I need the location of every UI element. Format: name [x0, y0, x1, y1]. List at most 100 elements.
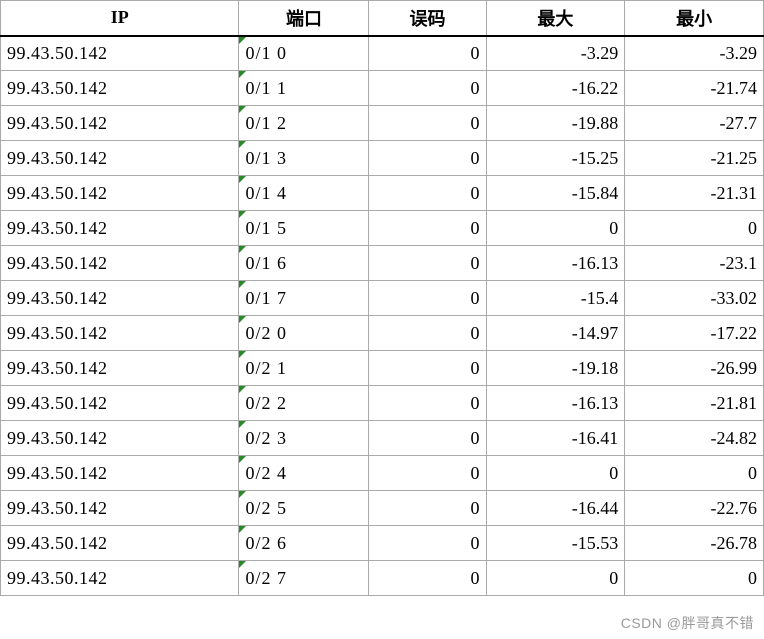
- cell-min[interactable]: 0: [625, 561, 764, 596]
- cell-ip[interactable]: 99.43.50.142: [1, 561, 239, 596]
- cell-err[interactable]: 0: [369, 456, 486, 491]
- cell-min[interactable]: -3.29: [625, 36, 764, 71]
- table-row[interactable]: 99.43.50.1420/1 20-19.88-27.7: [1, 106, 764, 141]
- cell-max[interactable]: -16.13: [486, 246, 625, 281]
- cell-port[interactable]: 0/1 0: [239, 36, 369, 71]
- cell-min[interactable]: -26.99: [625, 351, 764, 386]
- cell-port[interactable]: 0/2 0: [239, 316, 369, 351]
- table-row[interactable]: 99.43.50.1420/2 7000: [1, 561, 764, 596]
- cell-ip[interactable]: 99.43.50.142: [1, 246, 239, 281]
- table-row[interactable]: 99.43.50.1420/2 10-19.18-26.99: [1, 351, 764, 386]
- table-row[interactable]: 99.43.50.1420/1 10-16.22-21.74: [1, 71, 764, 106]
- cell-min[interactable]: -23.1: [625, 246, 764, 281]
- cell-min[interactable]: 0: [625, 456, 764, 491]
- cell-ip[interactable]: 99.43.50.142: [1, 526, 239, 561]
- cell-err[interactable]: 0: [369, 386, 486, 421]
- header-port[interactable]: 端口: [239, 1, 369, 36]
- cell-max[interactable]: -19.18: [486, 351, 625, 386]
- table-row[interactable]: 99.43.50.1420/2 60-15.53-26.78: [1, 526, 764, 561]
- cell-ip[interactable]: 99.43.50.142: [1, 281, 239, 316]
- cell-port[interactable]: 0/2 1: [239, 351, 369, 386]
- cell-min[interactable]: 0: [625, 211, 764, 246]
- cell-ip[interactable]: 99.43.50.142: [1, 316, 239, 351]
- cell-err[interactable]: 0: [369, 491, 486, 526]
- cell-err[interactable]: 0: [369, 351, 486, 386]
- cell-port[interactable]: 0/2 4: [239, 456, 369, 491]
- table-row[interactable]: 99.43.50.1420/1 00-3.29-3.29: [1, 36, 764, 71]
- cell-port[interactable]: 0/1 7: [239, 281, 369, 316]
- cell-err[interactable]: 0: [369, 211, 486, 246]
- cell-port[interactable]: 0/2 2: [239, 386, 369, 421]
- cell-max[interactable]: -15.84: [486, 176, 625, 211]
- cell-min[interactable]: -21.81: [625, 386, 764, 421]
- cell-max[interactable]: -16.13: [486, 386, 625, 421]
- cell-port[interactable]: 0/2 7: [239, 561, 369, 596]
- cell-max[interactable]: 0: [486, 211, 625, 246]
- table-row[interactable]: 99.43.50.1420/1 60-16.13-23.1: [1, 246, 764, 281]
- cell-port[interactable]: 0/2 3: [239, 421, 369, 456]
- cell-ip[interactable]: 99.43.50.142: [1, 456, 239, 491]
- cell-ip[interactable]: 99.43.50.142: [1, 106, 239, 141]
- table-row[interactable]: 99.43.50.1420/1 30-15.25-21.25: [1, 141, 764, 176]
- cell-port[interactable]: 0/1 4: [239, 176, 369, 211]
- cell-max[interactable]: 0: [486, 456, 625, 491]
- header-ip[interactable]: IP: [1, 1, 239, 36]
- cell-min[interactable]: -17.22: [625, 316, 764, 351]
- cell-port[interactable]: 0/1 5: [239, 211, 369, 246]
- cell-err[interactable]: 0: [369, 71, 486, 106]
- cell-err[interactable]: 0: [369, 176, 486, 211]
- cell-ip[interactable]: 99.43.50.142: [1, 211, 239, 246]
- cell-min[interactable]: -33.02: [625, 281, 764, 316]
- cell-err[interactable]: 0: [369, 246, 486, 281]
- cell-err[interactable]: 0: [369, 561, 486, 596]
- cell-max[interactable]: -16.44: [486, 491, 625, 526]
- cell-ip[interactable]: 99.43.50.142: [1, 386, 239, 421]
- header-min[interactable]: 最小: [625, 1, 764, 36]
- cell-min[interactable]: -21.25: [625, 141, 764, 176]
- cell-min[interactable]: -22.76: [625, 491, 764, 526]
- cell-min[interactable]: -24.82: [625, 421, 764, 456]
- cell-max[interactable]: -3.29: [486, 36, 625, 71]
- cell-port[interactable]: 0/1 1: [239, 71, 369, 106]
- cell-ip[interactable]: 99.43.50.142: [1, 141, 239, 176]
- header-err[interactable]: 误码: [369, 1, 486, 36]
- cell-port[interactable]: 0/2 5: [239, 491, 369, 526]
- cell-max[interactable]: -16.22: [486, 71, 625, 106]
- table-row[interactable]: 99.43.50.1420/2 20-16.13-21.81: [1, 386, 764, 421]
- cell-max[interactable]: -15.25: [486, 141, 625, 176]
- table-row[interactable]: 99.43.50.1420/1 70-15.4-33.02: [1, 281, 764, 316]
- cell-max[interactable]: -19.88: [486, 106, 625, 141]
- cell-max[interactable]: 0: [486, 561, 625, 596]
- table-row[interactable]: 99.43.50.1420/2 4000: [1, 456, 764, 491]
- cell-err[interactable]: 0: [369, 141, 486, 176]
- header-max[interactable]: 最大: [486, 1, 625, 36]
- table-row[interactable]: 99.43.50.1420/2 50-16.44-22.76: [1, 491, 764, 526]
- cell-max[interactable]: -15.4: [486, 281, 625, 316]
- cell-min[interactable]: -21.74: [625, 71, 764, 106]
- cell-min[interactable]: -26.78: [625, 526, 764, 561]
- cell-err[interactable]: 0: [369, 316, 486, 351]
- cell-err[interactable]: 0: [369, 526, 486, 561]
- cell-min[interactable]: -21.31: [625, 176, 764, 211]
- cell-ip[interactable]: 99.43.50.142: [1, 351, 239, 386]
- cell-port[interactable]: 0/1 6: [239, 246, 369, 281]
- cell-ip[interactable]: 99.43.50.142: [1, 421, 239, 456]
- table-row[interactable]: 99.43.50.1420/2 30-16.41-24.82: [1, 421, 764, 456]
- cell-max[interactable]: -14.97: [486, 316, 625, 351]
- cell-max[interactable]: -15.53: [486, 526, 625, 561]
- table-row[interactable]: 99.43.50.1420/2 00-14.97-17.22: [1, 316, 764, 351]
- cell-err[interactable]: 0: [369, 106, 486, 141]
- cell-ip[interactable]: 99.43.50.142: [1, 71, 239, 106]
- cell-ip[interactable]: 99.43.50.142: [1, 36, 239, 71]
- cell-ip[interactable]: 99.43.50.142: [1, 176, 239, 211]
- cell-port[interactable]: 0/1 3: [239, 141, 369, 176]
- cell-err[interactable]: 0: [369, 281, 486, 316]
- cell-ip[interactable]: 99.43.50.142: [1, 491, 239, 526]
- cell-port[interactable]: 0/1 2: [239, 106, 369, 141]
- cell-err[interactable]: 0: [369, 421, 486, 456]
- table-row[interactable]: 99.43.50.1420/1 5000: [1, 211, 764, 246]
- cell-max[interactable]: -16.41: [486, 421, 625, 456]
- cell-err[interactable]: 0: [369, 36, 486, 71]
- table-row[interactable]: 99.43.50.1420/1 40-15.84-21.31: [1, 176, 764, 211]
- cell-port[interactable]: 0/2 6: [239, 526, 369, 561]
